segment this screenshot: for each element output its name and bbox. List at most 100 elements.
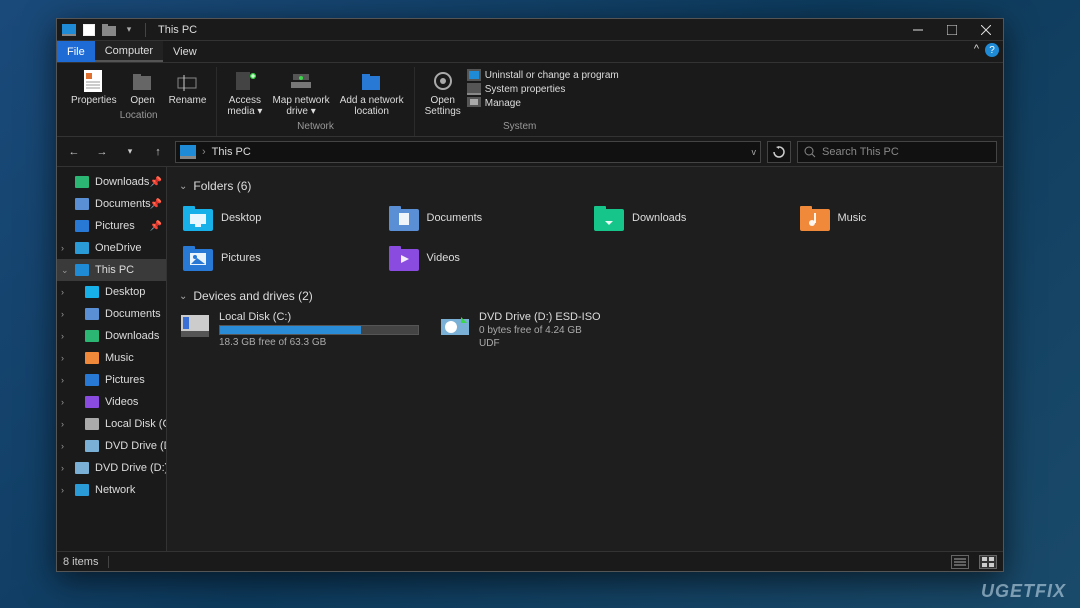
forward-button[interactable]: → [91, 141, 113, 163]
folder-desktop[interactable]: Desktop [179, 201, 375, 235]
map-drive-button[interactable]: Map network drive ▾ [268, 67, 333, 119]
details-view-button[interactable] [951, 555, 969, 569]
add-location-button[interactable]: Add a network location [336, 67, 408, 119]
chevron-down-icon: ⌄ [179, 291, 187, 302]
tab-computer[interactable]: Computer [95, 41, 163, 62]
qat-dropdown-icon[interactable]: ▾ [121, 22, 137, 38]
qat-new-icon[interactable] [81, 22, 97, 38]
rename-button[interactable]: Rename [165, 67, 211, 108]
folder-label: Documents [427, 212, 483, 224]
sidebar-item-label: Pictures [95, 220, 135, 232]
minimize-button[interactable] [901, 19, 935, 41]
folder-label: Videos [427, 252, 460, 264]
chevron-icon: › [61, 375, 64, 385]
content-pane: ⌄ Folders (6) Desktop Documents Downloads M… [167, 167, 1003, 551]
group-label-location: Location [120, 108, 158, 125]
up-button[interactable]: ↑ [147, 141, 169, 163]
system-properties-button[interactable]: System properties [467, 83, 619, 95]
folders-header[interactable]: ⌄ Folders (6) [179, 179, 991, 193]
manage-label: Manage [485, 98, 521, 109]
breadcrumb[interactable]: This PC [212, 146, 251, 158]
folder-documents[interactable]: Documents [385, 201, 581, 235]
chevron-icon: › [61, 243, 64, 253]
access-media-button[interactable]: Access media ▾ [223, 67, 266, 119]
dvd-icon [85, 440, 99, 452]
folder-icon [389, 245, 419, 271]
folder-icon [594, 205, 624, 231]
help-icon[interactable]: ? [985, 43, 999, 57]
sidebar-item-music[interactable]: ›Music [57, 347, 166, 369]
sidebar-item-documents[interactable]: ›Documents [57, 303, 166, 325]
pictures-icon [75, 220, 89, 232]
search-box[interactable]: Search This PC [797, 141, 997, 163]
folder-icon [183, 205, 213, 231]
rename-label: Rename [169, 95, 207, 106]
sidebar-item-network[interactable]: ›Network [57, 479, 166, 501]
drive-subtext2: UDF [479, 338, 679, 349]
ribbon-collapse-icon[interactable]: ^ [974, 43, 979, 55]
pc-icon [75, 264, 89, 276]
sidebar-item-pictures[interactable]: Pictures📌 [57, 215, 166, 237]
app-icon [61, 22, 77, 38]
watermark: UGETFIX [981, 581, 1066, 602]
download-icon [85, 330, 99, 342]
sidebar-item-downloads[interactable]: ›Downloads [57, 325, 166, 347]
sidebar-item-onedrive[interactable]: ›OneDrive [57, 237, 166, 259]
drive-label: DVD Drive (D:) ESD-ISO [479, 311, 679, 323]
tab-file[interactable]: File [57, 41, 95, 62]
dvd-icon [439, 311, 471, 339]
uninstall-icon [467, 69, 481, 81]
pc-icon [180, 145, 196, 159]
drive-local-disk-c-[interactable]: Local Disk (C:)18.3 GB free of 63.3 GB [179, 311, 419, 349]
folder-downloads[interactable]: Downloads [590, 201, 786, 235]
sidebar-item-dvd-drive-d-e[interactable]: ›DVD Drive (D:) E [57, 457, 166, 479]
address-bar[interactable]: › This PC v [175, 141, 761, 163]
cloud-icon [75, 242, 89, 254]
folder-label: Desktop [221, 212, 261, 224]
map-drive-icon [287, 69, 315, 93]
open-settings-label: Open Settings [425, 95, 461, 117]
chevron-icon: › [61, 397, 64, 407]
folder-videos[interactable]: Videos [385, 241, 581, 275]
open-button[interactable]: Open [123, 67, 163, 108]
drive-dvd-drive-d-esd-iso[interactable]: DVD Drive (D:) ESD-ISO0 bytes free of 4.… [439, 311, 679, 349]
sidebar-item-label: DVD Drive (D:) E [105, 440, 166, 452]
document-icon [85, 308, 99, 320]
open-label: Open [130, 95, 154, 106]
ribbon: Properties Open Rename Location Access m… [57, 63, 1003, 137]
open-settings-button[interactable]: Open Settings [421, 67, 465, 119]
recent-dropdown[interactable]: ▾ [119, 141, 141, 163]
add-location-label: Add a network location [340, 95, 404, 117]
navbar: ← → ▾ ↑ › This PC v Search This PC [57, 137, 1003, 167]
sidebar-item-this-pc[interactable]: ⌄This PC [57, 259, 166, 281]
sidebar-item-dvd-drive-d-e[interactable]: ›DVD Drive (D:) E [57, 435, 166, 457]
properties-button[interactable]: Properties [67, 67, 121, 108]
close-button[interactable] [969, 19, 1003, 41]
gear-icon [429, 69, 457, 93]
sidebar-item-documents[interactable]: Documents📌 [57, 193, 166, 215]
back-button[interactable]: ← [63, 141, 85, 163]
tiles-view-button[interactable] [979, 555, 997, 569]
qat-folder-icon[interactable] [101, 22, 117, 38]
folder-label: Downloads [632, 212, 686, 224]
search-icon [804, 146, 816, 158]
folder-label: Pictures [221, 252, 261, 264]
maximize-button[interactable] [935, 19, 969, 41]
folder-pictures[interactable]: Pictures [179, 241, 375, 275]
sidebar-item-local-disk-c-[interactable]: ›Local Disk (C:) [57, 413, 166, 435]
tab-view[interactable]: View [163, 41, 207, 62]
folder-music[interactable]: Music [796, 201, 992, 235]
sidebar-item-videos[interactable]: ›Videos [57, 391, 166, 413]
drives-header[interactable]: ⌄ Devices and drives (2) [179, 289, 991, 303]
address-dropdown-icon[interactable]: v [752, 147, 757, 157]
sidebar-item-downloads[interactable]: Downloads📌 [57, 171, 166, 193]
window-title: This PC [158, 24, 197, 36]
uninstall-program-button[interactable]: Uninstall or change a program [467, 69, 619, 81]
refresh-button[interactable] [767, 141, 791, 163]
ribbon-group-system: Open Settings Uninstall or change a prog… [415, 67, 625, 136]
sidebar-item-pictures[interactable]: ›Pictures [57, 369, 166, 391]
chevron-icon: › [61, 331, 64, 341]
manage-button[interactable]: Manage [467, 97, 619, 109]
ribbon-group-location: Properties Open Rename Location [61, 67, 217, 136]
sidebar-item-desktop[interactable]: ›Desktop [57, 281, 166, 303]
